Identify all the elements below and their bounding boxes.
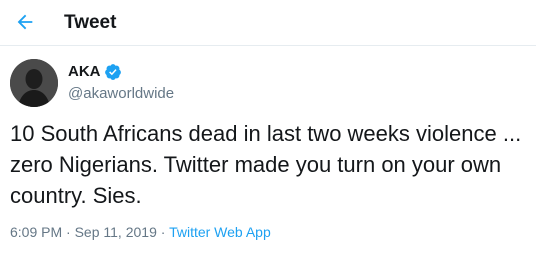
tweet-meta: 6:09 PM · Sep 11, 2019 · Twitter Web App (10, 222, 271, 242)
meta-separator: · (66, 224, 71, 240)
author-name[interactable]: AKA (68, 62, 101, 82)
tweet-header: Tweet (0, 0, 536, 46)
meta-separator: · (160, 224, 166, 240)
tweet-text: 10 South Africans dead in last two weeks… (10, 121, 522, 208)
tweet-time[interactable]: 6:09 PM (10, 224, 62, 240)
avatar[interactable] (10, 59, 58, 107)
tweet-date[interactable]: Sep 11, 2019 (75, 224, 157, 240)
tweet-source-link[interactable]: Twitter Web App (169, 224, 271, 240)
page-title: Tweet (64, 12, 117, 33)
back-button[interactable] (10, 7, 40, 37)
author-name-row[interactable]: AKA (68, 62, 122, 82)
verified-badge-icon (104, 64, 121, 80)
avatar-image (10, 59, 58, 107)
arrow-left-icon (17, 14, 33, 30)
author-handle[interactable]: @akaworldwide (68, 84, 174, 104)
